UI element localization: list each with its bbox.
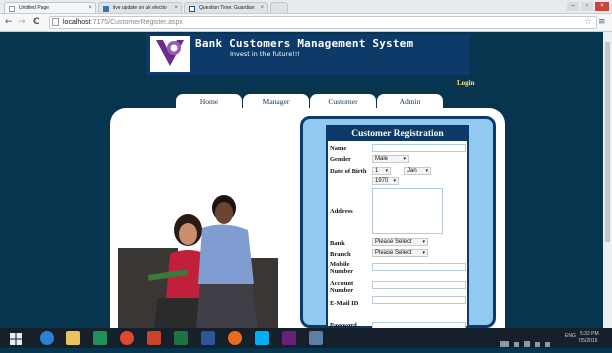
page-scrollbar[interactable] xyxy=(603,32,612,328)
clock-time[interactable]: 5:32 PM xyxy=(580,331,599,337)
maximize-button[interactable]: ▫ xyxy=(581,2,593,11)
bank-value: Please Select xyxy=(375,239,412,245)
firefox-icon[interactable] xyxy=(228,331,242,345)
windows-icon[interactable] xyxy=(10,332,22,345)
new-tab-button[interactable] xyxy=(270,2,288,13)
branch-label: Branch xyxy=(330,251,351,258)
gender-value: Male xyxy=(375,156,389,162)
star-icon[interactable]: ☆ xyxy=(584,17,592,27)
skype-icon[interactable] xyxy=(255,331,269,345)
tab-customer[interactable]: Customer xyxy=(310,94,376,109)
powerpoint-icon[interactable] xyxy=(147,331,161,345)
clock-date[interactable]: 7/5/2015 xyxy=(578,338,597,344)
visual-studio-icon[interactable] xyxy=(282,331,296,345)
tab-home[interactable]: Home xyxy=(176,94,242,109)
email-label: E-Mail ID xyxy=(330,300,359,307)
tray-icons[interactable] xyxy=(500,335,560,347)
url-host: localhost xyxy=(63,19,91,26)
chevron-down-icon: ▾ xyxy=(393,178,396,184)
tab-label: Untitled Page xyxy=(19,5,50,11)
site-icon xyxy=(189,6,195,12)
account-label: Account Number xyxy=(330,280,354,294)
address-bar[interactable]: localhost:7175/CustomerRegister.aspx xyxy=(49,16,597,29)
close-window-button[interactable]: × xyxy=(595,2,609,11)
site-title: Bank Customers Management System xyxy=(195,37,414,50)
chevron-down-icon: ▾ xyxy=(422,250,425,256)
customers-photo xyxy=(118,188,278,328)
name-input[interactable] xyxy=(372,144,466,152)
dob-year-select[interactable]: 1970 ▾ xyxy=(372,177,399,185)
email-input[interactable] xyxy=(372,296,466,304)
bank-select[interactable]: Please Select ▾ xyxy=(372,238,428,246)
menu-icon[interactable]: ≡ xyxy=(598,17,606,27)
branch-select[interactable]: Please Select ▾ xyxy=(372,249,428,257)
dob-year-value: 1970 xyxy=(375,178,389,184)
store-icon[interactable] xyxy=(93,331,107,345)
close-icon[interactable]: × xyxy=(260,3,264,13)
chevron-down-icon: ▾ xyxy=(403,156,406,162)
forward-icon[interactable]: → xyxy=(18,17,26,27)
ie-icon[interactable] xyxy=(40,331,54,345)
browser-tab-active[interactable]: Untitled Page × xyxy=(4,2,96,13)
branch-value: Please Select xyxy=(375,250,412,256)
gender-label: Gender xyxy=(330,156,351,163)
tab-label: Question Time: Guardian xyxy=(199,5,255,11)
browser-tab[interactable]: live update on uk electio × xyxy=(98,2,182,13)
site-tagline: Invest in the future!!! xyxy=(229,50,301,58)
page-icon xyxy=(52,18,59,26)
tab-label: live update on uk electio xyxy=(113,5,167,11)
dob-day-value: 1 xyxy=(375,168,379,174)
dob-month-value: Jan xyxy=(407,168,417,174)
language-indicator[interactable]: ENG xyxy=(565,333,576,339)
app-icon[interactable] xyxy=(309,331,323,345)
minimize-button[interactable]: – xyxy=(567,2,579,11)
dob-month-select[interactable]: Jan ▾ xyxy=(404,167,431,175)
chevron-down-icon: ▾ xyxy=(385,168,388,174)
tab-admin[interactable]: Admin xyxy=(377,94,443,109)
dob-day-select[interactable]: 1 ▾ xyxy=(372,167,391,175)
bank-logo xyxy=(150,36,190,72)
account-input[interactable] xyxy=(372,281,466,289)
gender-select[interactable]: Male ▾ xyxy=(372,155,409,163)
word-icon[interactable] xyxy=(201,331,215,345)
bank-label: Bank xyxy=(330,240,345,247)
site-icon xyxy=(103,6,109,12)
chevron-down-icon: ▾ xyxy=(425,168,428,174)
dob-label: Date of Birth xyxy=(330,168,367,175)
browser-tab[interactable]: Question Time: Guardian × xyxy=(184,2,268,13)
reload-icon[interactable]: C xyxy=(33,17,40,27)
address-textarea[interactable] xyxy=(372,188,443,234)
name-label: Name xyxy=(330,145,347,152)
tab-manager[interactable]: Manager xyxy=(243,94,309,109)
mobile-input[interactable] xyxy=(372,263,466,271)
url-path: :7175/CustomerRegister.aspx xyxy=(90,19,183,26)
back-icon[interactable]: ← xyxy=(5,17,13,27)
excel-icon[interactable] xyxy=(174,331,188,345)
page-icon xyxy=(9,6,15,12)
explorer-icon[interactable] xyxy=(66,331,80,345)
chrome-icon[interactable] xyxy=(120,331,134,345)
close-icon[interactable]: × xyxy=(88,3,92,13)
close-icon[interactable]: × xyxy=(174,3,178,13)
address-label: Address xyxy=(330,208,353,215)
mobile-label: Mobile Number xyxy=(330,261,354,275)
form-heading: Customer Registration xyxy=(328,127,467,141)
chevron-down-icon: ▾ xyxy=(422,239,425,245)
scrollbar-thumb[interactable] xyxy=(605,42,610,242)
login-link[interactable]: Login xyxy=(457,79,475,87)
